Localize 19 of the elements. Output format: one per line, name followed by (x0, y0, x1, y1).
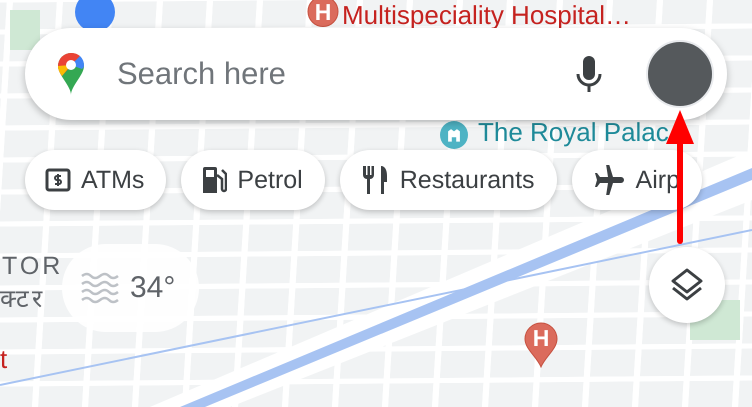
category-chip[interactable]: Petrol (181, 150, 325, 210)
fuel-pump-icon (201, 165, 228, 195)
search-field[interactable]: Search here (115, 55, 558, 93)
map-place-label: The Royal Palac (478, 118, 669, 147)
category-chip[interactable]: ATMs (25, 150, 166, 210)
layers-icon (669, 267, 705, 303)
map-place-label: TOR (2, 253, 64, 280)
profile-avatar[interactable] (646, 40, 714, 108)
map-place-label: क्टर (0, 286, 45, 314)
map-place-label: Multispeciality Hospital… (342, 1, 631, 30)
building-marker-icon[interactable] (440, 121, 468, 149)
map-place-label: t (0, 345, 8, 374)
dollar-note-icon (45, 168, 71, 192)
temperature-text: 34° (130, 271, 176, 305)
map-pin-logo-icon (57, 52, 85, 96)
haze-icon (80, 270, 120, 306)
search-bar[interactable]: Search here (25, 28, 727, 120)
category-chip[interactable]: Restaurants (340, 150, 557, 210)
microphone-icon[interactable] (576, 55, 602, 93)
